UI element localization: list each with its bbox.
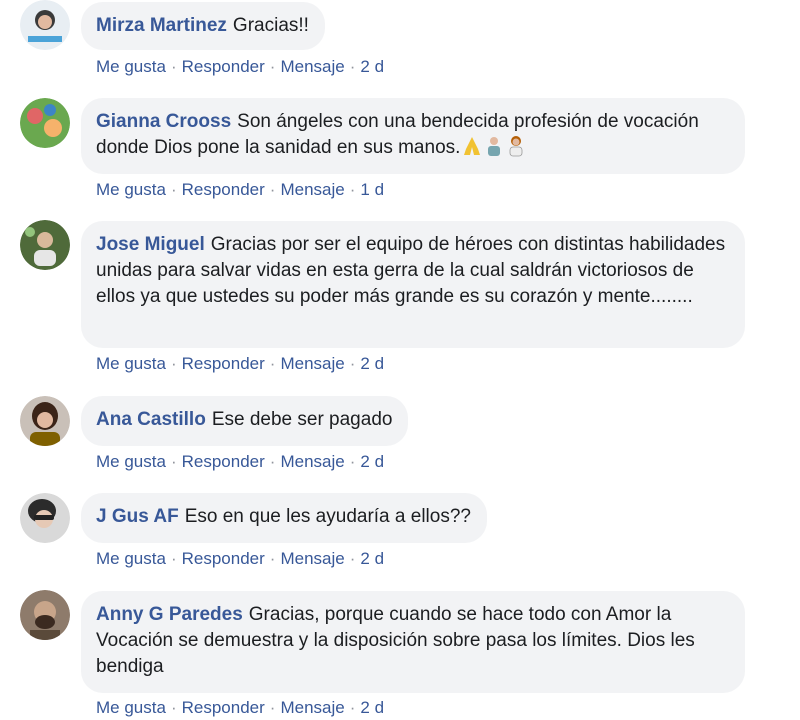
avatar[interactable] [20,493,70,543]
comment-author[interactable]: J Gus AF [96,506,179,527]
avatar[interactable] [20,590,70,640]
comment-actions: Me gusta · Responder · Mensaje · 2 d [96,549,385,568]
comment-timestamp[interactable]: 2 d [360,452,384,471]
message-button[interactable]: Mensaje [280,698,344,717]
like-button[interactable]: Me gusta [96,698,166,717]
comment-bubble: Ana Castillo Ese debe ser pagado [81,396,409,446]
comment-actions: Me gusta · Responder · Mensaje · 1 d [96,180,385,199]
avatar[interactable] [20,0,70,50]
health-worker-icon [484,135,504,157]
like-button[interactable]: Me gusta [96,452,166,471]
comment-bubble: Mirza Martinez Gracias!! [81,2,325,50]
health-worker-woman-icon [506,135,526,157]
like-button[interactable]: Me gusta [96,549,166,568]
reply-button[interactable]: Responder [182,698,265,717]
avatar[interactable] [20,396,70,446]
comment-author[interactable]: Ana Castillo [96,409,206,430]
like-button[interactable]: Me gusta [96,180,166,199]
reply-button[interactable]: Responder [182,57,265,76]
comment-actions: Me gusta · Responder · Mensaje · 2 d [96,354,385,373]
comment-bubble: J Gus AF Eso en que les ayudaría a ellos?… [81,493,487,543]
comment-author[interactable]: Anny G Paredes [96,604,243,625]
comment-actions: Me gusta · Responder · Mensaje · 2 d [96,698,385,717]
reply-button[interactable]: Responder [182,452,265,471]
comment-bubble: Jose Miguel Gracias por ser el equipo de … [81,221,745,348]
message-button[interactable]: Mensaje [280,354,344,373]
comment-text: Ese debe ser pagado [211,409,393,430]
comment-text: Eso en que les ayudaría a ellos?? [184,506,471,527]
reply-button[interactable]: Responder [182,354,265,373]
comment-author[interactable]: Gianna Crooss [96,111,231,132]
message-button[interactable]: Mensaje [280,452,344,471]
folded-hands-icon [462,135,482,157]
like-button[interactable]: Me gusta [96,57,166,76]
comment-timestamp[interactable]: 1 d [360,180,384,199]
reply-button[interactable]: Responder [182,180,265,199]
comment-bubble: Anny G Paredes Gracias, porque cuando se … [81,591,745,693]
comment-actions: Me gusta · Responder · Mensaje · 2 d [96,57,385,76]
comment-timestamp[interactable]: 2 d [360,549,384,568]
message-button[interactable]: Mensaje [280,549,344,568]
avatar[interactable] [20,98,70,148]
comment-bubble: Gianna Crooss Son ángeles con una bendeci… [81,98,745,174]
comment-timestamp[interactable]: 2 d [360,698,384,717]
message-button[interactable]: Mensaje [280,57,344,76]
message-button[interactable]: Mensaje [280,180,344,199]
comment-timestamp[interactable]: 2 d [360,57,384,76]
comment-timestamp[interactable]: 2 d [360,354,384,373]
reply-button[interactable]: Responder [182,549,265,568]
like-button[interactable]: Me gusta [96,354,166,373]
comment-author[interactable]: Jose Miguel [96,234,205,255]
comment-text: Gracias!! [232,15,309,36]
comment-actions: Me gusta · Responder · Mensaje · 2 d [96,452,385,471]
avatar[interactable] [20,220,70,270]
comment-author[interactable]: Mirza Martinez [96,15,227,36]
